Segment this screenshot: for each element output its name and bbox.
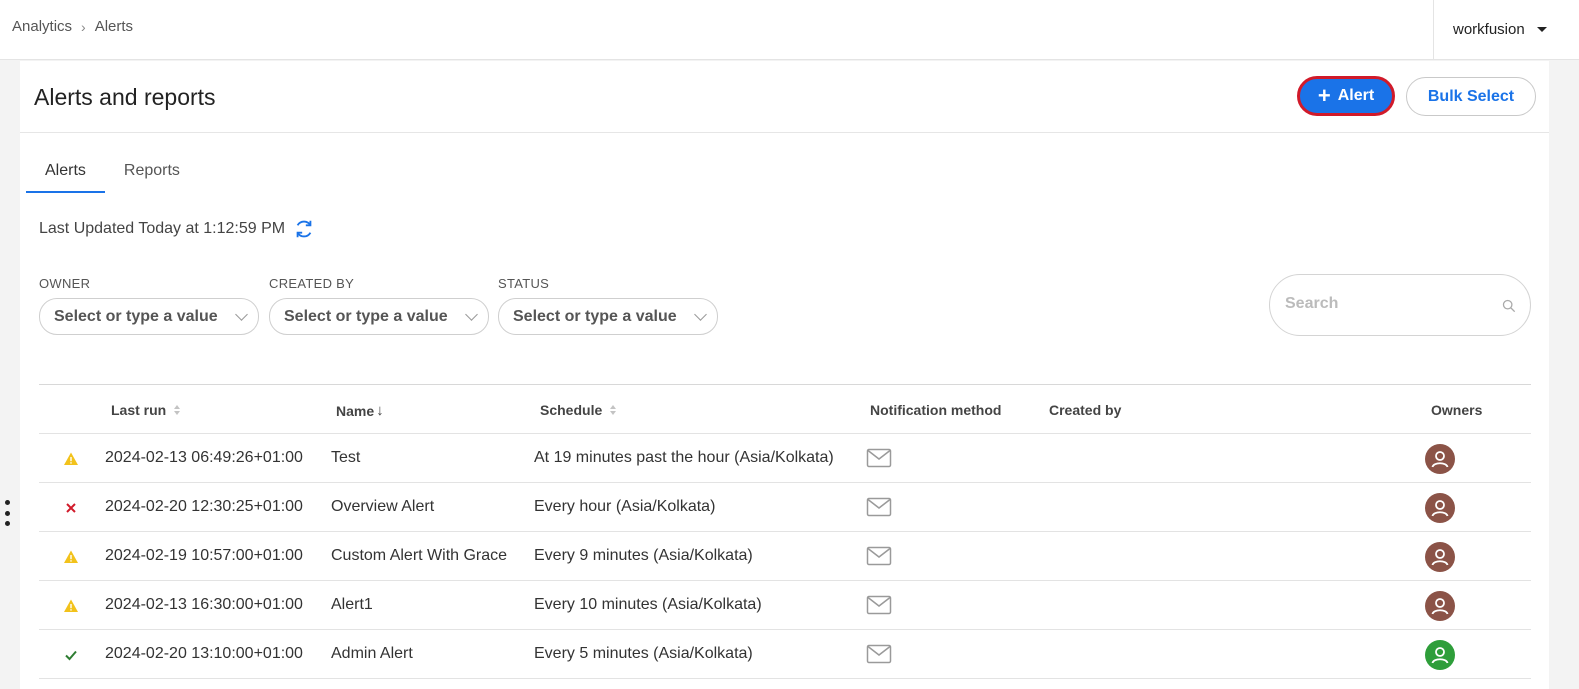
- email-icon[interactable]: [866, 545, 892, 567]
- table-row[interactable]: 2024-02-19 10:57:00+01:00 Custom Alert Wi…: [39, 532, 1531, 581]
- alert-name-cell[interactable]: Overview Alert: [331, 498, 434, 516]
- email-icon[interactable]: [866, 496, 892, 518]
- schedule-cell: Every 5 minutes (Asia/Kolkata): [534, 645, 753, 662]
- top-bar: Analytics › Alerts workfusion: [0, 0, 1579, 60]
- breadcrumb: Analytics › Alerts: [12, 18, 133, 35]
- status-select[interactable]: Select or type a value: [498, 298, 718, 335]
- panel-header: Alerts and reports + Alert Bulk Select: [20, 61, 1549, 133]
- tab-alerts[interactable]: Alerts: [26, 157, 105, 193]
- status-success-icon: [63, 647, 79, 663]
- created-by-select[interactable]: Select or type a value: [269, 298, 489, 335]
- owner-avatar-icon[interactable]: [1425, 640, 1455, 670]
- table-header: Last run Name ↓ Schedule Notification me…: [39, 385, 1531, 434]
- last-run-cell: 2024-02-20 13:10:00+01:00: [105, 645, 303, 662]
- add-alert-label: Alert: [1337, 87, 1375, 104]
- sort-icon: [610, 405, 617, 415]
- schedule-cell: Every 9 minutes (Asia/Kolkata): [534, 547, 753, 564]
- user-menu[interactable]: workfusion: [1433, 0, 1579, 59]
- breadcrumb-item-analytics[interactable]: Analytics: [12, 18, 72, 35]
- schedule-cell: Every 10 minutes (Asia/Kolkata): [534, 596, 762, 613]
- column-name[interactable]: Name ↓: [336, 402, 384, 419]
- search-icon[interactable]: [1502, 299, 1516, 313]
- alert-name-cell[interactable]: Alert1: [331, 596, 373, 614]
- status-warning-icon: [63, 549, 79, 565]
- table-row[interactable]: 2024-02-20 13:10:00+01:00 Admin Alert Ever…: [39, 630, 1531, 679]
- alert-name-cell[interactable]: Admin Alert: [331, 645, 413, 663]
- alert-name-cell[interactable]: Test: [331, 449, 360, 467]
- status-warning-icon: [63, 451, 79, 467]
- main-panel: Alerts and reports + Alert Bulk Select A…: [20, 61, 1549, 689]
- column-schedule-label: Schedule: [540, 402, 603, 418]
- email-icon[interactable]: [866, 594, 892, 616]
- bulk-select-button[interactable]: Bulk Select: [1406, 77, 1536, 116]
- breadcrumb-item-alerts: Alerts: [94, 18, 134, 35]
- alerts-table: Last run Name ↓ Schedule Notification me…: [39, 384, 1531, 679]
- refresh-icon[interactable]: [293, 218, 315, 240]
- last-run-cell: 2024-02-13 16:30:00+01:00: [105, 596, 303, 613]
- last-updated: Last Updated Today at 1:12:59 PM: [39, 218, 315, 240]
- drag-handle-icon[interactable]: [3, 500, 11, 526]
- status-error-icon: [63, 500, 79, 516]
- email-icon[interactable]: [866, 643, 892, 665]
- column-last-run[interactable]: Last run: [111, 402, 181, 418]
- plus-icon: +: [1317, 83, 1331, 108]
- chevron-down-icon: [235, 308, 248, 321]
- last-updated-text: Last Updated Today at 1:12:59 PM: [39, 220, 286, 237]
- owner-avatar-icon[interactable]: [1425, 542, 1455, 572]
- add-alert-button[interactable]: + Alert: [1297, 76, 1395, 116]
- tab-reports[interactable]: Reports: [105, 157, 199, 193]
- page-title: Alerts and reports: [34, 84, 216, 110]
- status-filter-label: STATUS: [498, 276, 550, 291]
- owner-avatar-icon[interactable]: [1425, 444, 1455, 474]
- owner-filter: OWNER Select or type a value: [39, 276, 259, 335]
- column-created-by: Created by: [1049, 402, 1122, 418]
- column-last-run-label: Last run: [111, 402, 167, 418]
- chevron-down-icon: [465, 308, 478, 321]
- schedule-cell: Every hour (Asia/Kolkata): [534, 498, 716, 515]
- column-name-label: Name: [336, 402, 375, 419]
- table-body: 2024-02-13 06:49:26+01:00 Test At 19 minut…: [39, 434, 1531, 679]
- status-filter: STATUS Select or type a value: [498, 276, 718, 335]
- column-schedule[interactable]: Schedule: [540, 402, 617, 418]
- chevron-down-icon: [694, 308, 707, 321]
- last-run-cell: 2024-02-13 06:49:26+01:00: [105, 449, 303, 466]
- column-owners: Owners: [1431, 402, 1483, 418]
- owner-select-value: Select or type a value: [54, 307, 218, 325]
- search-box: [1269, 274, 1531, 336]
- breadcrumb-separator-icon: ›: [81, 18, 86, 35]
- table-row[interactable]: 2024-02-13 16:30:00+01:00 Alert1 Every 10 …: [39, 581, 1531, 630]
- owner-filter-label: OWNER: [39, 276, 91, 291]
- tab-bar: Alerts Reports: [26, 157, 199, 193]
- alert-name-cell[interactable]: Custom Alert With Grace: [331, 547, 507, 565]
- last-run-cell: 2024-02-20 12:30:25+01:00: [105, 498, 303, 515]
- sort-descending-icon: ↓: [376, 402, 384, 419]
- caret-down-icon: [1536, 27, 1547, 32]
- created-by-filter: CREATED BY Select or type a value: [269, 276, 489, 335]
- status-select-value: Select or type a value: [513, 307, 677, 325]
- owner-avatar-icon[interactable]: [1425, 591, 1455, 621]
- search-input[interactable]: [1285, 295, 1485, 313]
- user-menu-label: workfusion: [1453, 21, 1525, 38]
- sort-icon: [174, 405, 181, 415]
- email-icon[interactable]: [866, 447, 892, 469]
- schedule-cell: At 19 minutes past the hour (Asia/Kolkat…: [534, 449, 834, 466]
- created-by-select-value: Select or type a value: [284, 307, 448, 325]
- owner-avatar-icon[interactable]: [1425, 493, 1455, 523]
- status-warning-icon: [63, 598, 79, 614]
- created-by-filter-label: CREATED BY: [269, 276, 355, 291]
- table-row[interactable]: 2024-02-20 12:30:25+01:00 Overview Alert E…: [39, 483, 1531, 532]
- table-row[interactable]: 2024-02-13 06:49:26+01:00 Test At 19 minut…: [39, 434, 1531, 483]
- owner-select[interactable]: Select or type a value: [39, 298, 259, 335]
- column-notification-method: Notification method: [870, 402, 1002, 418]
- last-run-cell: 2024-02-19 10:57:00+01:00: [105, 547, 303, 564]
